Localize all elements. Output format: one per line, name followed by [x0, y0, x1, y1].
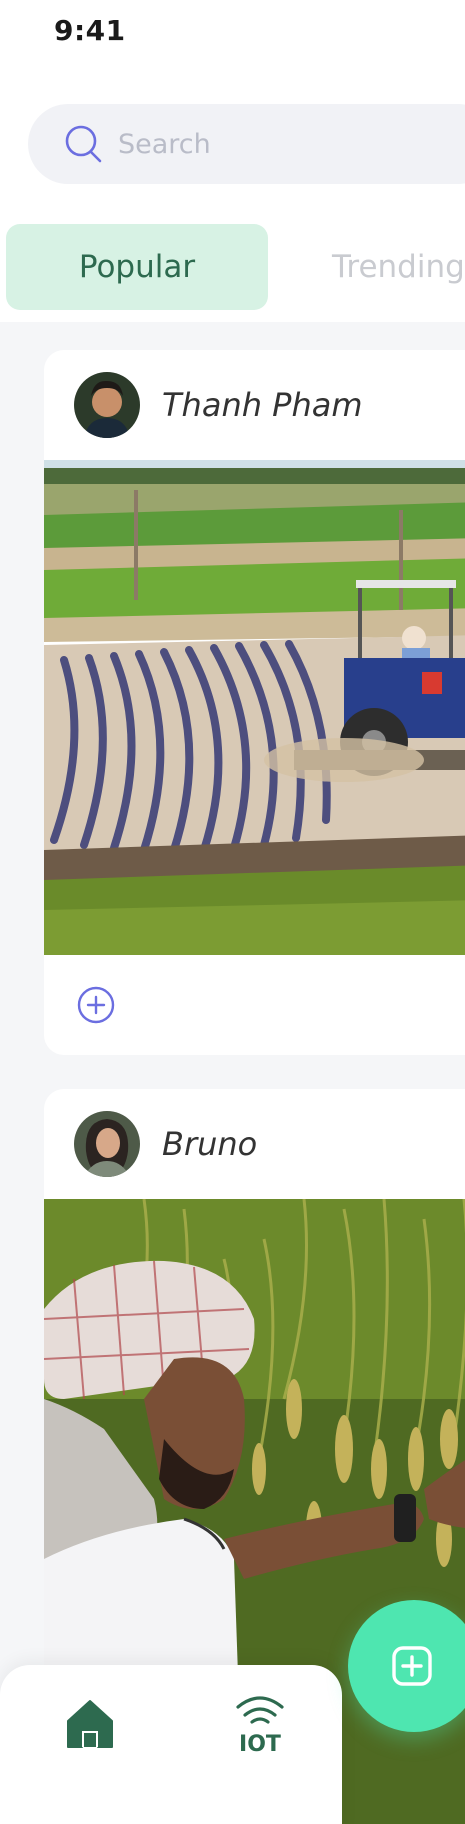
- avatar[interactable]: [74, 1111, 140, 1177]
- author-name[interactable]: Bruno: [162, 1125, 257, 1163]
- category-tabs: Popular Trending: [6, 224, 465, 310]
- search-input[interactable]: [118, 128, 418, 160]
- iot-label: IOT: [239, 1732, 281, 1755]
- tab-trending[interactable]: Trending: [306, 224, 465, 310]
- nav-iot[interactable]: IOT: [230, 1689, 290, 1757]
- feed: Thanh Pham Bruno: [0, 322, 465, 1824]
- post-image[interactable]: [44, 460, 465, 955]
- post-card[interactable]: Thanh Pham: [44, 350, 465, 1055]
- post-header: Thanh Pham: [44, 350, 465, 460]
- add-circle-icon[interactable]: [76, 985, 116, 1025]
- iot-icon: IOT: [236, 1696, 284, 1757]
- search-icon: [65, 125, 102, 163]
- app-screen: 9:41 Popular Trending: [0, 0, 465, 1824]
- bottom-nav: IOT: [0, 1665, 342, 1824]
- avatar[interactable]: [74, 372, 140, 438]
- status-time: 9:41: [54, 14, 126, 47]
- post-header: Bruno: [44, 1089, 465, 1199]
- post-footer: [44, 955, 465, 1055]
- home-icon[interactable]: [62, 1695, 118, 1751]
- tab-popular[interactable]: Popular: [6, 224, 268, 310]
- plus-icon: [392, 1646, 432, 1686]
- search-bar[interactable]: [28, 104, 465, 184]
- author-name[interactable]: Thanh Pham: [162, 386, 363, 424]
